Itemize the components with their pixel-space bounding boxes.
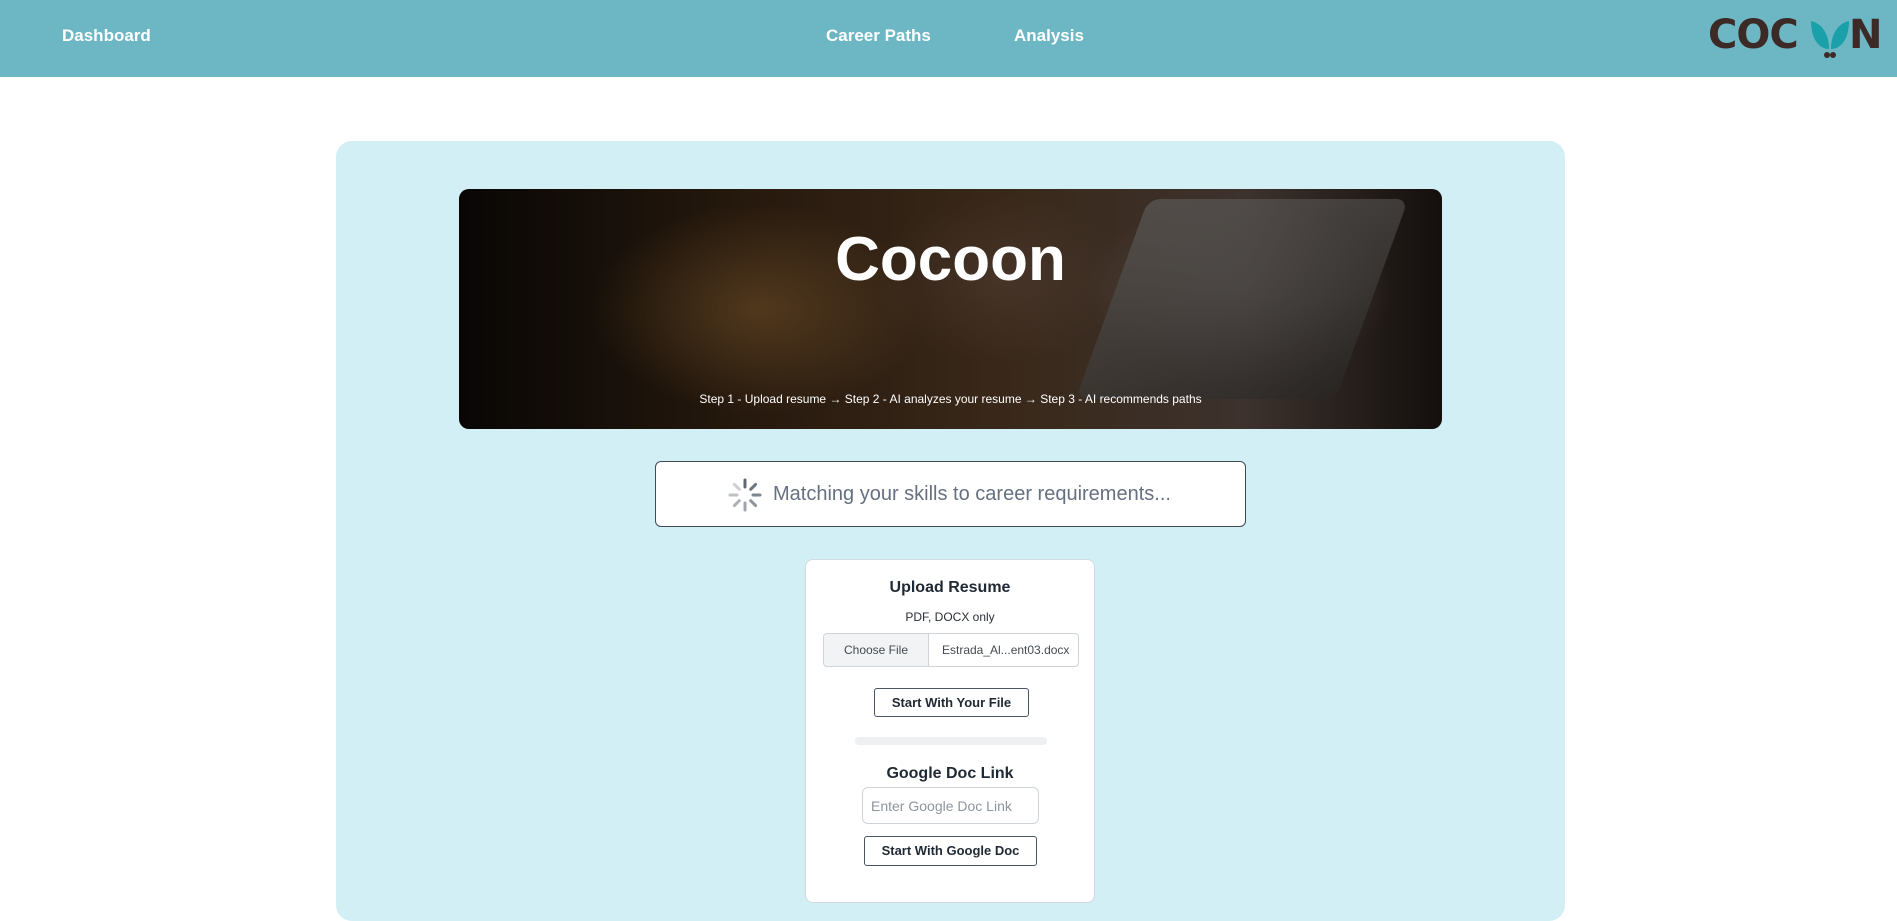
- selected-file-name: Estrada_Al...ent03.docx: [942, 643, 1070, 657]
- google-doc-link-input[interactable]: [862, 787, 1039, 824]
- hero-title: Cocoon: [835, 225, 1066, 294]
- file-input[interactable]: Choose File Estrada_Al...ent03.docx: [823, 633, 1079, 667]
- upload-subtitle: PDF, DOCX only: [905, 610, 995, 624]
- logo-text-right: N: [1849, 12, 1882, 58]
- nav-analysis-link[interactable]: Analysis: [1014, 26, 1084, 46]
- start-with-file-button[interactable]: Start With Your File: [874, 688, 1029, 717]
- spinner-icon: [728, 478, 762, 512]
- cocoon-logo[interactable]: COC N: [1706, 12, 1882, 58]
- start-with-google-doc-button[interactable]: Start With Google Doc: [864, 836, 1037, 866]
- nav-career-paths-link[interactable]: Career Paths: [826, 26, 931, 46]
- hero-banner: Cocoon Step 1 - Upload resume → Step 2 -…: [459, 189, 1442, 429]
- upload-title: Upload Resume: [889, 579, 1011, 596]
- top-nav-bar: Dashboard Career Paths Analysis COC N: [0, 0, 1897, 77]
- upload-progress-bar: [855, 737, 1047, 745]
- nav-dashboard-link[interactable]: Dashboard: [62, 26, 151, 46]
- choose-file-button[interactable]: Choose File: [824, 634, 929, 666]
- google-doc-title: Google Doc Link: [886, 765, 1014, 782]
- logo-text-left: COC: [1708, 12, 1799, 58]
- hero-steps: Step 1 - Upload resume → Step 2 - AI ana…: [699, 392, 1202, 406]
- status-box: Matching your skills to career requireme…: [655, 461, 1246, 527]
- upload-card: Upload Resume PDF, DOCX only Choose File…: [805, 559, 1095, 903]
- status-text: Matching your skills to career requireme…: [773, 483, 1171, 505]
- logo-leaves-icon: [1811, 21, 1849, 58]
